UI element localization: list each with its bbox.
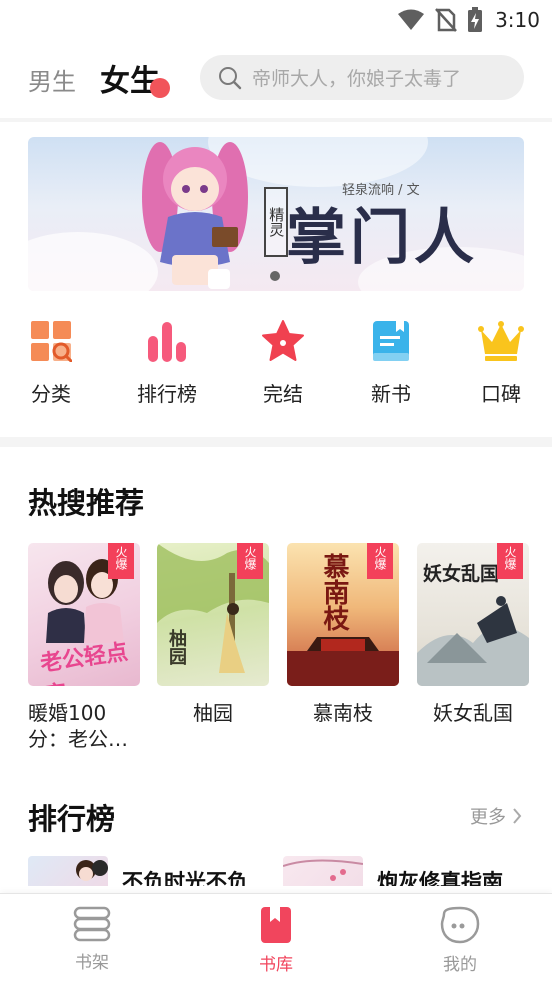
cover-text: 柚园	[166, 629, 187, 665]
quick-nav-label: 排行榜	[137, 382, 197, 406]
book-cover: 慕南枝 火爆	[287, 543, 399, 686]
book-cover: 老公轻点宠 火爆	[28, 543, 140, 686]
header-divider	[0, 118, 552, 122]
ranking-thumb-image	[283, 859, 363, 881]
nav-bookshelf[interactable]: 书架	[42, 906, 142, 973]
search-bar[interactable]: 帝师大人，你娘子太毒了	[200, 55, 524, 100]
hot-badge: 火爆	[237, 543, 263, 579]
banner-page-indicator[interactable]	[270, 271, 280, 281]
book-cover: 柚园 火爆	[157, 543, 269, 686]
search-placeholder: 帝师大人，你娘子太毒了	[252, 68, 462, 90]
section-divider	[0, 437, 552, 447]
quick-nav: 分类 排行榜 完结 新书 口碑	[0, 318, 552, 418]
book-card[interactable]: 柚园 火爆 柚园	[157, 543, 269, 726]
ranking-item-title: 不负时光不负	[122, 870, 248, 886]
ranking-item[interactable]: 炮灰修真指南	[283, 856, 503, 886]
profile-icon	[440, 906, 480, 944]
quick-nav-new-books[interactable]: 新书	[346, 318, 436, 407]
new-book-icon	[368, 318, 414, 364]
hot-badge: 火爆	[367, 543, 393, 579]
status-icons: 3:10	[397, 6, 540, 34]
notification-dot	[150, 78, 170, 98]
ranking-bars-icon	[144, 318, 190, 364]
ranking-thumb	[28, 856, 108, 886]
hot-badge: 火爆	[497, 543, 523, 579]
quick-nav-label: 口碑	[481, 382, 521, 406]
nav-label: 书库	[259, 955, 293, 975]
quick-nav-label: 新书	[371, 382, 411, 406]
banner-tag: 精灵	[264, 187, 288, 257]
quick-nav-category[interactable]: 分类	[6, 318, 96, 407]
hot-badge: 火爆	[108, 543, 134, 579]
banner[interactable]: 轻泉流响 / 文 精灵 掌门人	[28, 137, 524, 291]
quick-nav-reputation[interactable]: 口碑	[456, 318, 546, 407]
status-time: 3:10	[495, 8, 540, 32]
header: 男生 女生 帝师大人，你娘子太毒了	[0, 40, 552, 118]
nav-label: 我的	[443, 955, 477, 975]
cover-text: 慕南枝	[319, 553, 349, 631]
battery-charging-icon	[468, 7, 483, 32]
tab-male[interactable]: 男生	[28, 62, 76, 97]
book-name: 柚园	[193, 701, 233, 725]
book-cover: 妖女乱国 火爆	[417, 543, 529, 686]
library-icon	[261, 907, 291, 943]
no-sim-icon	[435, 8, 458, 32]
category-grid-icon	[28, 318, 74, 364]
nav-label: 书架	[75, 953, 109, 973]
ranking-item-title: 炮灰修真指南	[377, 870, 503, 886]
quick-nav-completed[interactable]: 完结	[238, 318, 328, 407]
banner-character-image	[142, 142, 248, 289]
status-bar: 3:10	[0, 0, 552, 40]
cover-text: 妖女乱国	[423, 563, 500, 585]
book-card[interactable]: 老公轻点宠 火爆 暖婚100分：老公…	[28, 543, 140, 752]
book-card[interactable]: 慕南枝 火爆 慕南枝	[287, 543, 399, 726]
nav-library[interactable]: 书库	[226, 906, 326, 975]
ranking-thumb	[283, 856, 363, 886]
book-name: 暖婚100分：老公…	[28, 701, 128, 751]
ranking-thumb-image	[76, 860, 108, 881]
ranking-item[interactable]: 不负时光不负	[28, 856, 248, 886]
book-name: 妖女乱国	[433, 701, 513, 725]
search-icon	[219, 66, 242, 89]
bottom-nav: 书架 书库 我的	[0, 893, 552, 983]
bookshelf-icon	[73, 906, 111, 942]
book-name: 慕南枝	[313, 701, 373, 725]
more-link[interactable]: 更多	[470, 803, 522, 829]
banner-title: 掌门人	[286, 203, 478, 273]
wifi-icon	[398, 9, 425, 30]
quick-nav-ranking[interactable]: 排行榜	[122, 318, 212, 407]
more-label: 更多	[470, 807, 506, 828]
hot-search-title: 热搜推荐	[28, 486, 145, 520]
book-card[interactable]: 妖女乱国 火爆 妖女乱国	[417, 543, 529, 726]
quick-nav-label: 完结	[263, 382, 303, 406]
quick-nav-label: 分类	[31, 382, 71, 406]
nav-profile[interactable]: 我的	[410, 906, 510, 975]
crown-icon	[478, 318, 524, 364]
star-icon	[260, 318, 306, 364]
ranking-title: 排行榜	[28, 802, 116, 836]
chevron-right-icon	[513, 808, 522, 824]
